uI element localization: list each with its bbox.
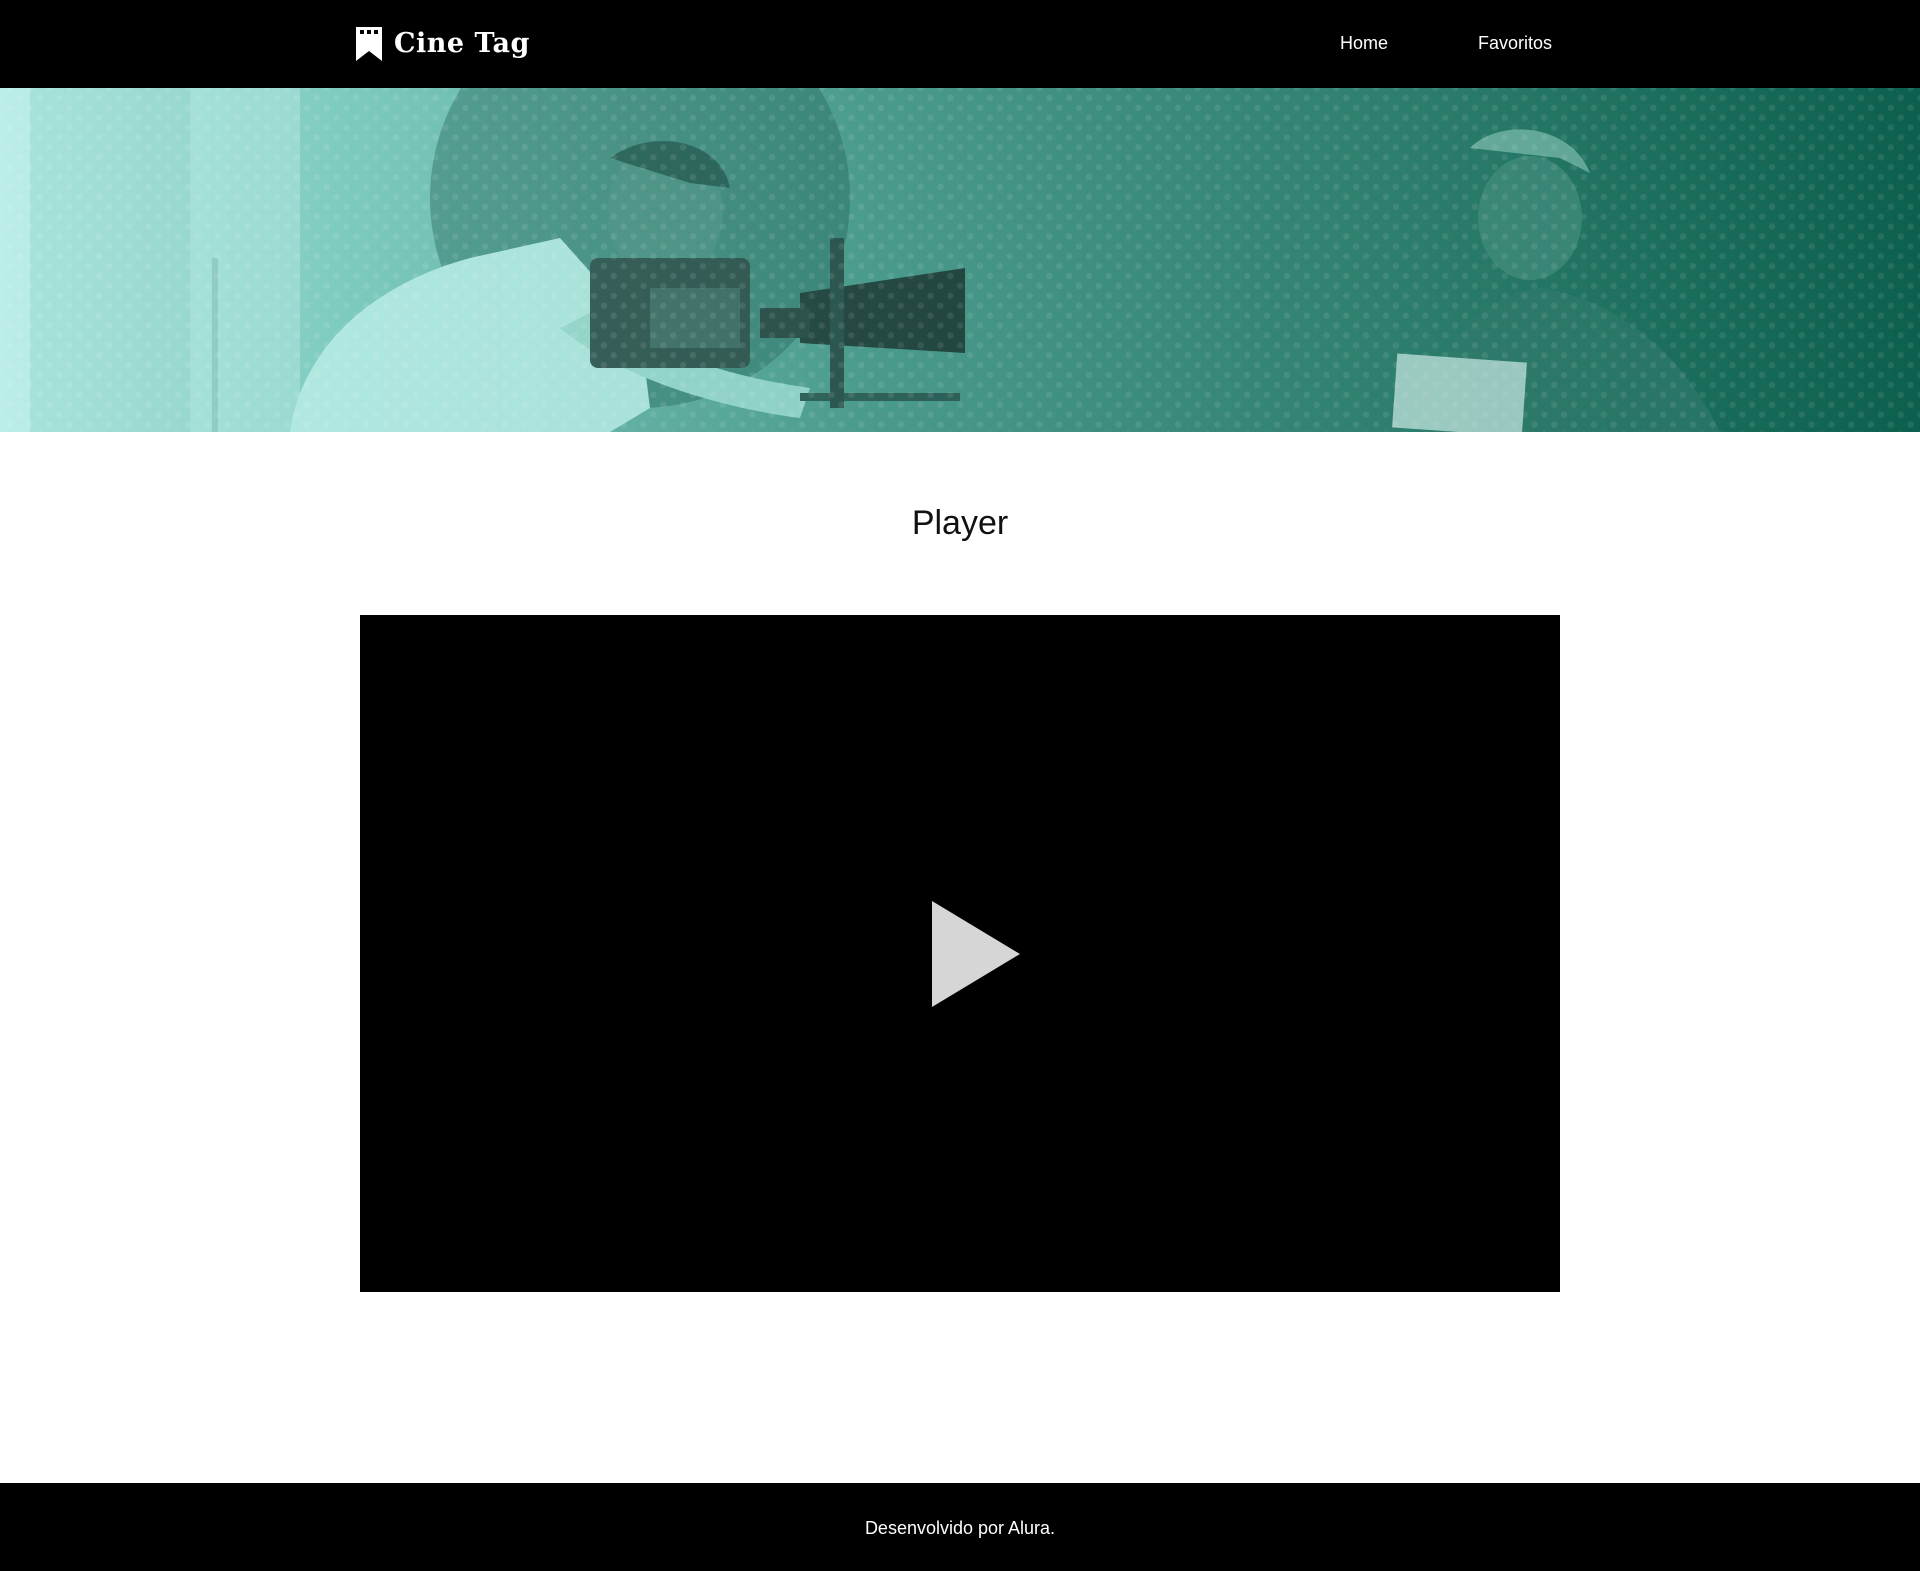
- logo-text: Cine Tag: [394, 28, 530, 59]
- hero-banner: [0, 88, 1920, 432]
- video-player[interactable]: [360, 615, 1560, 1292]
- site-footer: Desenvolvido por Alura.: [0, 1483, 1920, 1571]
- footer-credit: Desenvolvido por Alura.: [864, 1518, 1056, 1538]
- logo-link[interactable]: Cine Tag: [356, 27, 530, 61]
- banner-illustration: [0, 88, 1920, 432]
- bookmark-logo-icon: [356, 27, 382, 61]
- page: Cine Tag Home Favoritos Player Desenvolv…: [0, 0, 1920, 1571]
- page-title: Player: [911, 504, 1009, 542]
- main-nav: Home Favoritos: [1290, 0, 1560, 88]
- nav-link-favoritos[interactable]: Favoritos: [1478, 32, 1552, 54]
- site-header: Cine Tag Home Favoritos: [0, 0, 1920, 88]
- nav-link-home[interactable]: Home: [1340, 32, 1388, 54]
- play-icon[interactable]: [932, 901, 1020, 1007]
